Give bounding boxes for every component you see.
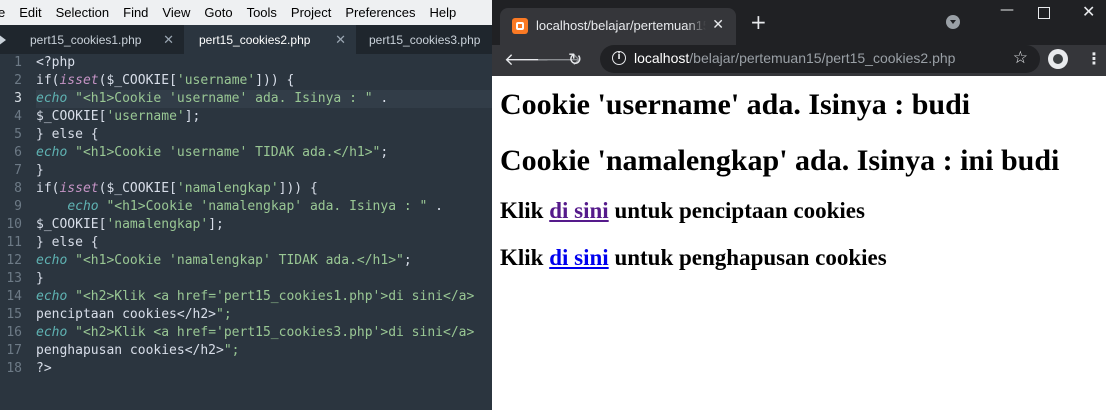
delete-suffix: untuk penghapusan cookies	[608, 245, 887, 270]
code-line[interactable]: echo "<h1>Cookie 'username' ada. Isinya …	[36, 90, 492, 108]
close-icon[interactable]: ✕	[163, 32, 174, 48]
code-line[interactable]: echo "<h1>Cookie 'namalengkap' ada. Isin…	[36, 198, 492, 216]
create-suffix: untuk penciptaan cookies	[608, 198, 865, 223]
line-number: 13	[6, 271, 22, 286]
editor-tab-cookies2[interactable]: pert15_cookies2.php ✕	[184, 25, 356, 54]
editor-tab-cookies3[interactable]: pert15_cookies3.php	[356, 25, 492, 54]
line-number: 3	[14, 91, 22, 106]
heading-delete-cookies: Klik di sini untuk penghapusan cookies	[500, 244, 1106, 271]
code-line[interactable]: } else {	[36, 234, 492, 252]
xampp-favicon-icon	[512, 18, 528, 34]
close-icon[interactable]: ✕	[335, 32, 346, 48]
line-number-gutter: 1 2 3 4 5 6 7 8 9 10 11 12 13 14 15 16 17 18	[0, 54, 30, 410]
menu-edit[interactable]: Edit	[11, 0, 47, 25]
browser-title-bar: localhost/belajar/pertemuan15/pert15_coo…	[492, 0, 1106, 45]
line-number: 4	[14, 109, 22, 124]
code-line[interactable]: } else {	[36, 126, 492, 144]
line-number: 6	[14, 145, 22, 160]
close-tab-icon[interactable]: ✕	[712, 17, 724, 33]
code-line[interactable]: echo "<h2>Klik <a href='pert15_cookies1.…	[36, 288, 492, 306]
heading-cookie-namalengkap: Cookie 'namalengkap' ada. Isinya : ini b…	[500, 144, 1060, 177]
menu-find[interactable]: Find	[115, 0, 154, 25]
line-number: 16	[6, 325, 22, 340]
window-close-icon[interactable]: ✕	[1082, 4, 1095, 20]
editor-tab-label: pert15_cookies3.php	[369, 32, 481, 47]
create-cookies-link[interactable]: di sini	[549, 198, 608, 223]
code-line[interactable]: echo "<h1>Cookie 'namalengkap' TIDAK ada…	[36, 252, 492, 270]
create-prefix: Klik	[500, 198, 550, 223]
code-line[interactable]: echo "<h1>Cookie 'username' TIDAK ada.</…	[36, 144, 492, 162]
address-bar[interactable]: i localhost/belajar/pertemuan15/pert15_c…	[600, 45, 1040, 73]
code-line[interactable]: }	[36, 162, 492, 180]
menu-bar: e Edit Selection Find View Goto Tools Pr…	[0, 0, 492, 25]
code-line[interactable]: penghapusan cookies</h2>";	[36, 342, 492, 360]
code-line[interactable]: <?php	[36, 54, 492, 72]
line-number: 9	[14, 199, 22, 214]
line-number: 15	[6, 307, 22, 322]
line-number: 12	[6, 253, 22, 268]
menu-help[interactable]: Help	[421, 0, 462, 25]
code-line[interactable]: if(isset($_COOKIE['namalengkap'])) {	[36, 180, 492, 198]
browser-tab-title: localhost/belajar/pertemuan15/pert15_coo…	[536, 18, 706, 33]
star-icon[interactable]: ☆	[1013, 48, 1028, 68]
menu-goto[interactable]: Goto	[196, 0, 238, 25]
url-host: localhost	[634, 50, 690, 66]
line-number: 2	[14, 73, 22, 88]
code-line[interactable]: ?>	[36, 360, 492, 378]
browser-tab[interactable]: localhost/belajar/pertemuan15/pert15_coo…	[500, 8, 736, 45]
menu-tools[interactable]: Tools	[239, 0, 283, 25]
maximize-icon[interactable]	[1038, 7, 1050, 19]
line-number: 11	[6, 235, 22, 250]
url-path: /belajar/pertemuan15/pert15_cookies2.php	[689, 50, 956, 66]
url-text[interactable]: localhost/belajar/pertemuan15/pert15_coo…	[634, 50, 955, 66]
line-number: 5	[14, 127, 22, 142]
editor-tab-cookies1[interactable]: pert15_cookies1.php ✕	[0, 25, 184, 54]
browser-window: localhost/belajar/pertemuan15/pert15_coo…	[492, 0, 1106, 410]
line-number: 8	[14, 181, 22, 196]
menu-file[interactable]: e	[0, 0, 11, 25]
tab-search-icon[interactable]	[946, 15, 960, 29]
code-line[interactable]: $_COOKIE['namalengkap'];	[36, 216, 492, 234]
code-line[interactable]: }	[36, 270, 492, 288]
code-line[interactable]: $_COOKIE['username'];	[36, 108, 492, 126]
heading-cookie-username: Cookie 'username' ada. Isinya : budi	[500, 88, 971, 121]
editor-tab-label: pert15_cookies1.php	[30, 32, 142, 47]
tab-scroll-left-icon[interactable]	[0, 34, 6, 46]
code-line[interactable]: echo "<h2>Klik <a href='pert15_cookies3.…	[36, 324, 492, 342]
code-line[interactable]: penciptaan cookies</h2>";	[36, 306, 492, 324]
menu-view[interactable]: View	[154, 0, 196, 25]
code-area[interactable]: <?php if(isset($_COOKIE['username'])) {ec…	[36, 54, 492, 378]
menu-project[interactable]: Project	[283, 0, 337, 25]
heading-create-cookies: Klik di sini untuk penciptaan cookies	[500, 197, 1106, 224]
delete-cookies-link[interactable]: di sini	[549, 245, 608, 270]
line-number: 17	[6, 343, 22, 358]
page-content: Cookie 'username' ada. Isinya : budi Coo…	[492, 76, 1106, 410]
minimize-icon[interactable]: —	[1000, 2, 1014, 18]
browser-toolbar: 🡐 🡒 ↻ i localhost/belajar/pertemuan15/pe…	[492, 45, 1106, 76]
reload-icon[interactable]: ↻	[568, 50, 582, 70]
line-number: 7	[14, 163, 22, 178]
line-number: 14	[6, 289, 22, 304]
new-tab-button[interactable]: +	[750, 12, 767, 32]
editor-tab-label: pert15_cookies2.php	[199, 32, 311, 47]
line-number: 10	[6, 217, 22, 232]
profile-icon[interactable]	[1048, 49, 1068, 69]
line-number: 18	[6, 361, 22, 376]
line-number: 1	[14, 55, 22, 70]
kebab-menu-icon[interactable]: ⋮	[1086, 50, 1102, 68]
menu-preferences[interactable]: Preferences	[337, 0, 421, 25]
delete-prefix: Klik	[500, 245, 550, 270]
info-icon[interactable]: i	[612, 51, 626, 65]
code-line[interactable]: if(isset($_COOKIE['username'])) {	[36, 72, 492, 90]
editor-tab-bar: pert15_cookies1.php ✕ pert15_cookies2.ph…	[0, 25, 492, 54]
code-editor-window: e Edit Selection Find View Goto Tools Pr…	[0, 0, 492, 410]
menu-selection[interactable]: Selection	[48, 0, 115, 25]
